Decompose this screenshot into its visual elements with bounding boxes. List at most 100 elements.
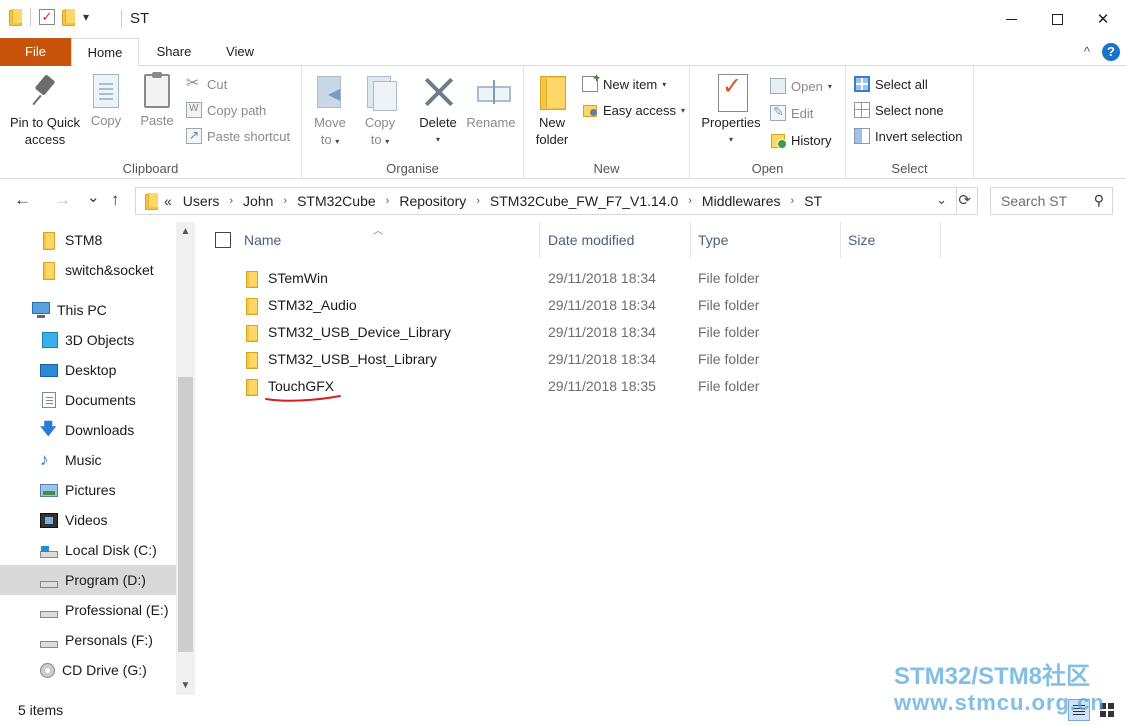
copy-button[interactable]: Copy <box>86 74 126 129</box>
scroll-up-icon[interactable]: ▲ <box>176 226 195 237</box>
new-folder-icon[interactable] <box>61 9 75 26</box>
sidebar-item-desktop[interactable]: Desktop <box>0 355 176 385</box>
column-header-size[interactable]: Size <box>848 222 941 258</box>
select-none-button[interactable]: Select none <box>854 100 944 120</box>
address-bar[interactable]: « Users › John › STM32Cube › Repository … <box>135 187 978 215</box>
breadcrumb-separator[interactable]: › <box>473 195 483 207</box>
paste-shortcut-button[interactable]: Paste shortcut <box>186 126 290 146</box>
edit-button[interactable]: Edit <box>770 103 813 123</box>
collapse-ribbon-icon[interactable]: ^ <box>1084 44 1090 59</box>
sidebar-item-cd-drive-g[interactable]: CD Drive (G:) <box>0 655 176 685</box>
table-row[interactable]: STM32_USB_Host_Library 29/11/2018 18:34 … <box>196 346 1126 373</box>
delete-button[interactable]: Delete ▾ <box>416 74 460 148</box>
history-label: History <box>791 132 832 148</box>
computer-icon <box>32 302 50 318</box>
sidebar-item-pictures[interactable]: Pictures <box>0 475 176 505</box>
column-header-type[interactable]: Type <box>698 222 841 258</box>
file-type: File folder <box>698 324 760 340</box>
recent-locations-button[interactable]: ⌄ <box>87 188 100 206</box>
table-row[interactable]: STemWin 29/11/2018 18:34 File folder <box>196 265 1126 292</box>
breadcrumb-separator[interactable]: › <box>226 195 236 207</box>
sidebar-item-videos[interactable]: Videos <box>0 505 176 535</box>
breadcrumb-john[interactable]: John <box>236 193 280 209</box>
paste-button[interactable]: Paste <box>136 72 178 129</box>
new-item-button[interactable]: New item ▾ <box>582 71 666 94</box>
file-name[interactable]: TouchGFX <box>268 378 334 394</box>
breadcrumb-separator[interactable]: › <box>280 195 290 207</box>
tab-view[interactable]: View <box>210 38 270 66</box>
breadcrumb-stm32cube[interactable]: STM32Cube <box>290 193 383 209</box>
sidebar-item-program-d[interactable]: Program (D:) <box>0 565 176 595</box>
copy-to-button[interactable]: Copy to ▾ <box>360 74 400 150</box>
breadcrumb-separator[interactable]: › <box>383 195 393 207</box>
breadcrumb-overflow[interactable]: « <box>164 193 172 209</box>
refresh-icon[interactable]: ⟳ <box>958 191 971 209</box>
sidebar-item-label: Program (D:) <box>65 572 146 588</box>
navigation-scrollbar[interactable]: ▲ ▼ <box>176 222 195 695</box>
minimize-button[interactable] <box>988 0 1034 38</box>
file-name[interactable]: STM32_Audio <box>268 297 357 313</box>
up-button[interactable]: ↑ <box>111 190 120 210</box>
file-date: 29/11/2018 18:34 <box>548 270 656 286</box>
file-name[interactable]: STemWin <box>268 270 328 286</box>
scroll-down-icon[interactable]: ▼ <box>176 680 195 691</box>
close-button[interactable]: ✕ <box>1080 0 1126 38</box>
sidebar-item-this-pc[interactable]: This PC <box>0 295 176 325</box>
tab-share[interactable]: Share <box>143 38 205 66</box>
table-row[interactable]: TouchGFX 29/11/2018 18:35 File folder <box>196 373 1126 402</box>
ribbon-tabs: File Home Share View ^ ? <box>0 38 1126 67</box>
tab-file[interactable]: File <box>0 38 71 66</box>
sidebar-item-personals-f[interactable]: Personals (F:) <box>0 625 176 655</box>
new-folder-button[interactable]: New folder <box>532 74 572 148</box>
sidebar-item-stm8[interactable]: STM8 <box>0 225 176 255</box>
move-to-button[interactable]: Move to ▾ <box>310 74 350 150</box>
copy-path-button[interactable]: Copy path <box>186 100 266 120</box>
open-button[interactable]: Open ▾ <box>770 76 832 96</box>
sidebar-item-professional-e[interactable]: Professional (E:) <box>0 595 176 625</box>
column-header-date[interactable]: Date modified <box>548 222 691 258</box>
qat-dropdown-icon[interactable]: ▾ <box>83 10 89 24</box>
table-row[interactable]: STM32_USB_Device_Library 29/11/2018 18:3… <box>196 319 1126 346</box>
history-button[interactable]: History <box>770 130 831 150</box>
maximize-icon <box>1051 13 1063 25</box>
folder-icon[interactable] <box>8 9 22 26</box>
sidebar-item-switch-socket[interactable]: switch&socket <box>0 255 176 285</box>
file-name[interactable]: STM32_USB_Host_Library <box>268 351 437 367</box>
back-button[interactable]: ← <box>14 190 31 210</box>
file-name[interactable]: STM32_USB_Device_Library <box>268 324 451 340</box>
help-icon[interactable]: ? <box>1102 43 1120 61</box>
maximize-button[interactable] <box>1034 0 1080 38</box>
sidebar-item-local-disk-c[interactable]: Local Disk (C:) <box>0 535 176 565</box>
cut-button[interactable]: Cut <box>186 73 227 94</box>
breadcrumb-users[interactable]: Users <box>176 193 227 209</box>
breadcrumb-firmware[interactable]: STM32Cube_FW_F7_V1.14.0 <box>483 193 685 209</box>
chevron-down-icon: ▾ <box>435 135 440 144</box>
properties-button[interactable]: Properties ▾ <box>698 74 764 148</box>
rename-button[interactable]: Rename <box>466 74 516 131</box>
breadcrumb-st[interactable]: ST <box>797 193 829 209</box>
sidebar-item-music[interactable]: ♪ Music <box>0 445 176 475</box>
breadcrumb-separator[interactable]: › <box>685 195 695 207</box>
new-folder-icon <box>536 74 568 110</box>
tab-home[interactable]: Home <box>71 38 139 67</box>
breadcrumb-separator[interactable]: › <box>788 195 798 207</box>
column-header-name[interactable]: Name <box>244 222 540 258</box>
properties-icon[interactable]: ✓ <box>39 9 55 25</box>
table-row[interactable]: STM32_Audio 29/11/2018 18:34 File folder <box>196 292 1126 319</box>
forward-button[interactable]: → <box>54 190 71 210</box>
pin-to-quick-access-button[interactable]: Pin to Quick access <box>6 74 84 148</box>
select-all-button[interactable]: Select all <box>854 74 928 94</box>
invert-selection-button[interactable]: Invert selection <box>854 126 962 146</box>
file-type: File folder <box>698 270 760 286</box>
sidebar-item-downloads[interactable]: Downloads <box>0 415 176 445</box>
select-all-checkbox[interactable] <box>215 232 231 248</box>
address-dropdown-icon[interactable]: ⌄ <box>936 192 947 208</box>
search-input[interactable]: Search ST ⚲ <box>990 187 1113 215</box>
breadcrumb-middlewares[interactable]: Middlewares <box>695 193 788 209</box>
scrollbar-thumb[interactable] <box>178 377 193 652</box>
sidebar-item-3d-objects[interactable]: 3D Objects <box>0 325 176 355</box>
easy-access-button[interactable]: Easy access ▾ <box>582 100 685 120</box>
breadcrumb-repository[interactable]: Repository <box>392 193 473 209</box>
sidebar-item-label: Professional (E:) <box>65 602 169 618</box>
sidebar-item-documents[interactable]: Documents <box>0 385 176 415</box>
